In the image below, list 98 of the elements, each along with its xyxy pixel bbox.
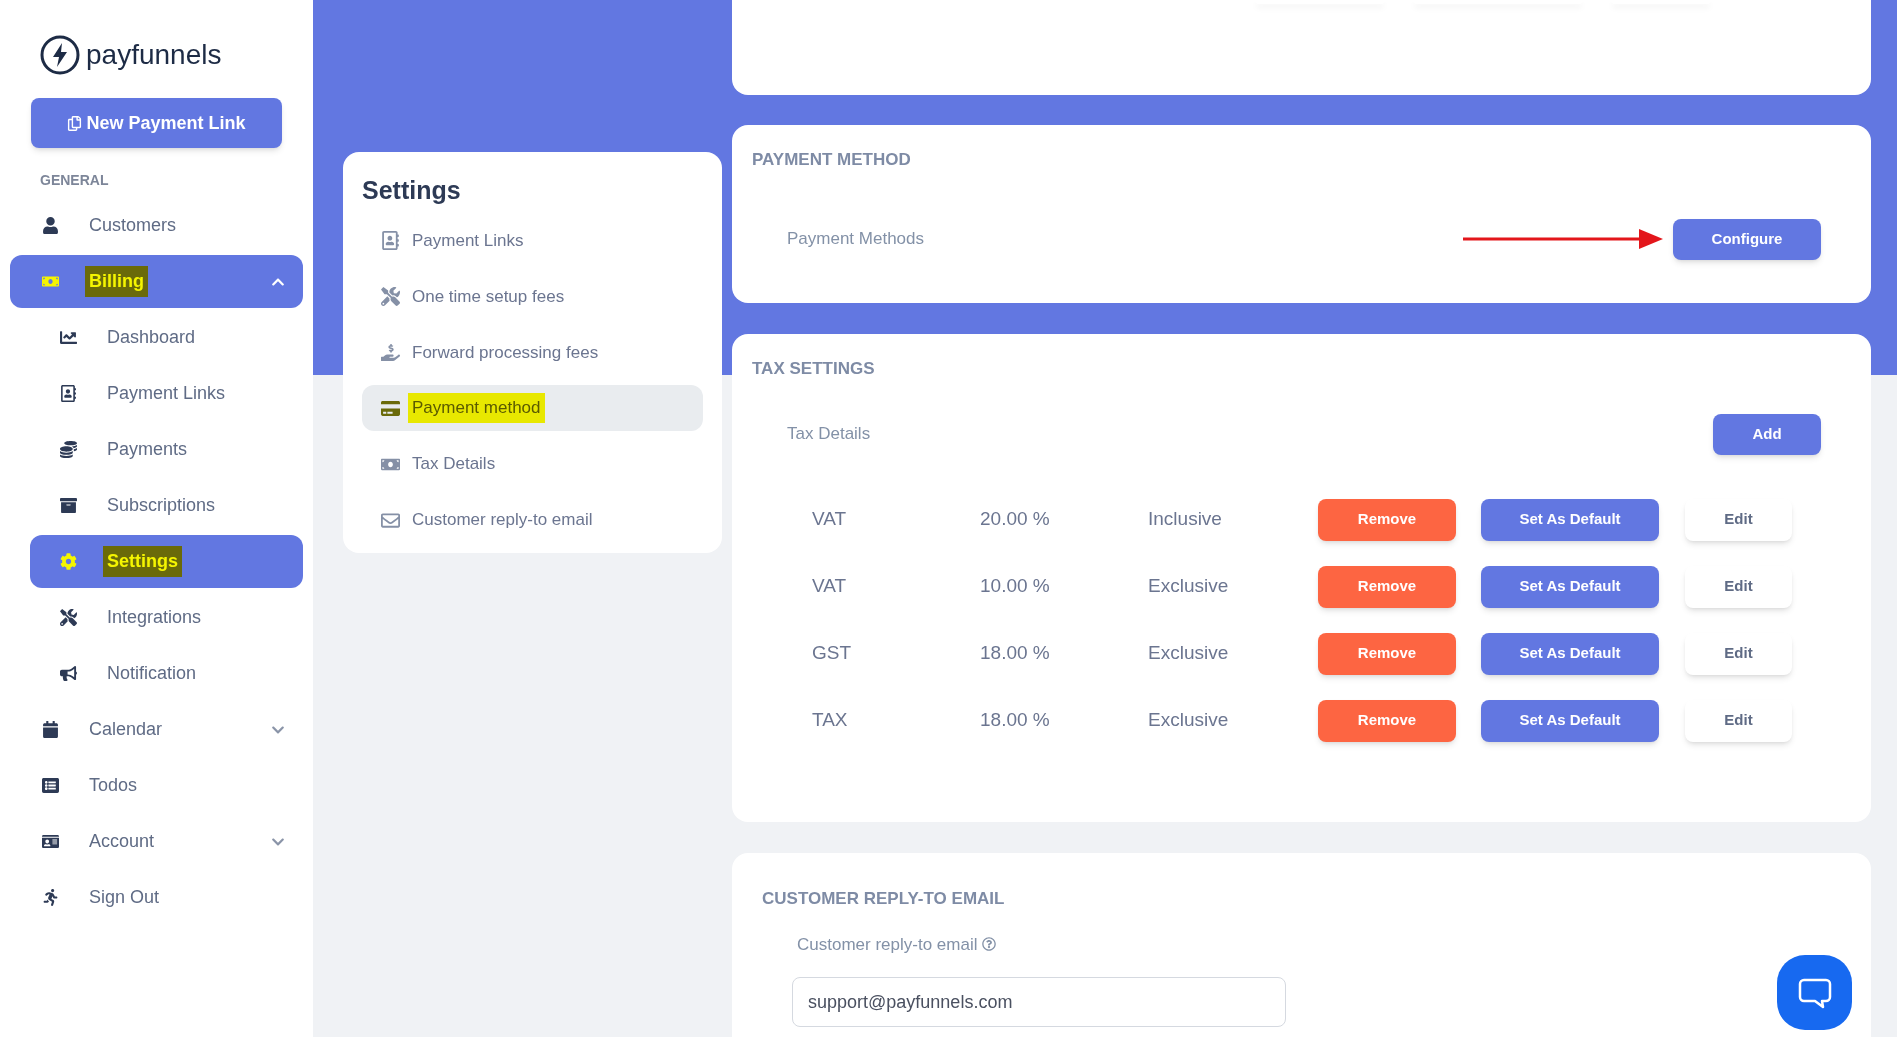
edit-button[interactable]: Edit [1685, 632, 1792, 675]
money-icon [42, 273, 59, 290]
nav-label: Dashboard [106, 326, 197, 349]
calendar-icon [42, 721, 59, 738]
sidebar-item[interactable]: Billing [10, 255, 303, 308]
sidebar-item[interactable]: Sign Out [10, 871, 303, 924]
card-heading: TAX SETTINGS [752, 358, 876, 380]
nav-label: Payment method [408, 393, 545, 423]
tax-type: Exclusive [1148, 708, 1230, 733]
notebook-icon [381, 230, 400, 250]
brand-name: payfunnels [86, 37, 222, 72]
nav-label: Calendar [88, 718, 164, 741]
archive-icon [60, 497, 77, 514]
tools-icon [60, 609, 77, 626]
chat-button[interactable] [1777, 955, 1852, 1030]
tax-name: GST [812, 641, 853, 666]
sidebar-item[interactable]: Calendar [10, 703, 303, 756]
settings-menu-item[interactable]: Tax Details [362, 441, 703, 488]
sidebar-item[interactable]: Todos [10, 759, 303, 812]
nav-label: Settings [103, 546, 182, 577]
tax-name: VAT [812, 507, 848, 532]
nav-label: One time setup fees [411, 285, 566, 308]
tools-icon [381, 286, 400, 306]
nav-label: Forward processing fees [411, 341, 600, 364]
edit-button[interactable]: Edit [1685, 565, 1792, 608]
tax-name: TAX [812, 708, 849, 733]
lightning-logo-icon [40, 34, 80, 75]
add-button[interactable]: Add [1713, 413, 1821, 455]
configure-button[interactable]: Configure [1673, 218, 1821, 260]
card-heading: CUSTOMER REPLY-TO EMAIL [762, 888, 1006, 910]
nav-label: Customers [88, 214, 178, 237]
tax-type: Exclusive [1148, 641, 1230, 666]
megaphone-icon [60, 665, 77, 682]
set-default-button[interactable]: Set As Default [1481, 498, 1659, 541]
remove-button[interactable]: Remove [1318, 699, 1456, 742]
nav-label: Customer reply-to email [411, 509, 594, 532]
settings-menu-item[interactable]: One time setup fees [362, 273, 703, 320]
nav-label: Billing [85, 266, 148, 297]
id-card-icon [42, 833, 59, 850]
field-label: Payment Methods [787, 228, 924, 251]
edit-button[interactable]: Edit [1685, 498, 1792, 541]
sidebar-item[interactable]: Integrations [30, 591, 303, 644]
nav-label: Payment Links [106, 382, 227, 405]
section-heading: GENERAL [40, 171, 110, 190]
settings-title: Settings [362, 175, 462, 206]
tax-rate: 18.00 % [980, 641, 1051, 666]
tax-rate: 10.00 % [980, 574, 1051, 599]
nav-label: Integrations [106, 606, 203, 629]
card-heading: PAYMENT METHOD [752, 149, 912, 171]
sidebar-item[interactable]: Customers [10, 199, 303, 252]
runner-icon [42, 889, 59, 906]
settings-menu-item[interactable]: Forward processing fees [362, 329, 703, 376]
set-default-button[interactable]: Set As Default [1481, 565, 1659, 608]
nav-label: Notification [106, 662, 198, 685]
list-icon [42, 777, 59, 794]
sidebar-item[interactable]: Subscriptions [30, 479, 303, 532]
sidebar-item[interactable]: Dashboard [30, 311, 303, 364]
tax-type: Inclusive [1148, 507, 1223, 532]
edit-button[interactable]: Edit [1685, 699, 1792, 742]
hand-coin-icon [381, 342, 400, 362]
notebook-icon [60, 385, 77, 402]
settings-menu-item[interactable]: Payment method [362, 385, 703, 432]
tax-rate: 18.00 % [980, 708, 1051, 733]
settings-menu-item[interactable]: Customer reply-to email [362, 497, 703, 544]
settings-menu-item[interactable]: Payment Links [362, 217, 703, 264]
coins-icon [60, 441, 77, 458]
set-default-button[interactable]: Set As Default [1481, 699, 1659, 742]
copy-icon [67, 115, 83, 131]
envelope-icon [381, 510, 400, 530]
sidebar-item[interactable]: Account [10, 815, 303, 868]
remove-button[interactable]: Remove [1318, 565, 1456, 608]
set-default-button[interactable]: Set As Default [1481, 632, 1659, 675]
sidebar-item[interactable]: Payment Links [30, 367, 303, 420]
nav-label: Tax Details [411, 453, 497, 476]
new-payment-link-button[interactable]: New Payment Link [31, 98, 282, 148]
email-input-field[interactable]: support@payfunnels.com [792, 977, 1286, 1027]
tax-rate: 20.00 % [980, 507, 1051, 532]
sidebar-item[interactable]: Payments [30, 423, 303, 476]
remove-button[interactable]: Remove [1318, 498, 1456, 541]
nav-label: Payments [106, 438, 189, 461]
chart-icon [60, 329, 77, 346]
nav-label: Subscriptions [106, 494, 217, 517]
nav-label: Payment Links [411, 229, 525, 252]
user-icon [42, 217, 59, 234]
nav-label: Account [88, 830, 156, 853]
settings-icon [60, 553, 77, 570]
field-label: Tax Details [787, 423, 871, 446]
field-label: Customer reply-to email [797, 933, 978, 956]
chat-bubble-icon [1797, 976, 1832, 1009]
sidebar-item[interactable]: Settings [30, 535, 303, 588]
credit-card-icon [381, 398, 400, 418]
nav-label: Todos [88, 774, 139, 797]
tax-type: Exclusive [1148, 574, 1230, 599]
nav-label: Sign Out [88, 886, 161, 909]
help-icon [982, 937, 997, 952]
sidebar-item[interactable]: Notification [30, 647, 303, 700]
tax-name: VAT [812, 574, 848, 599]
remove-button[interactable]: Remove [1318, 632, 1456, 675]
